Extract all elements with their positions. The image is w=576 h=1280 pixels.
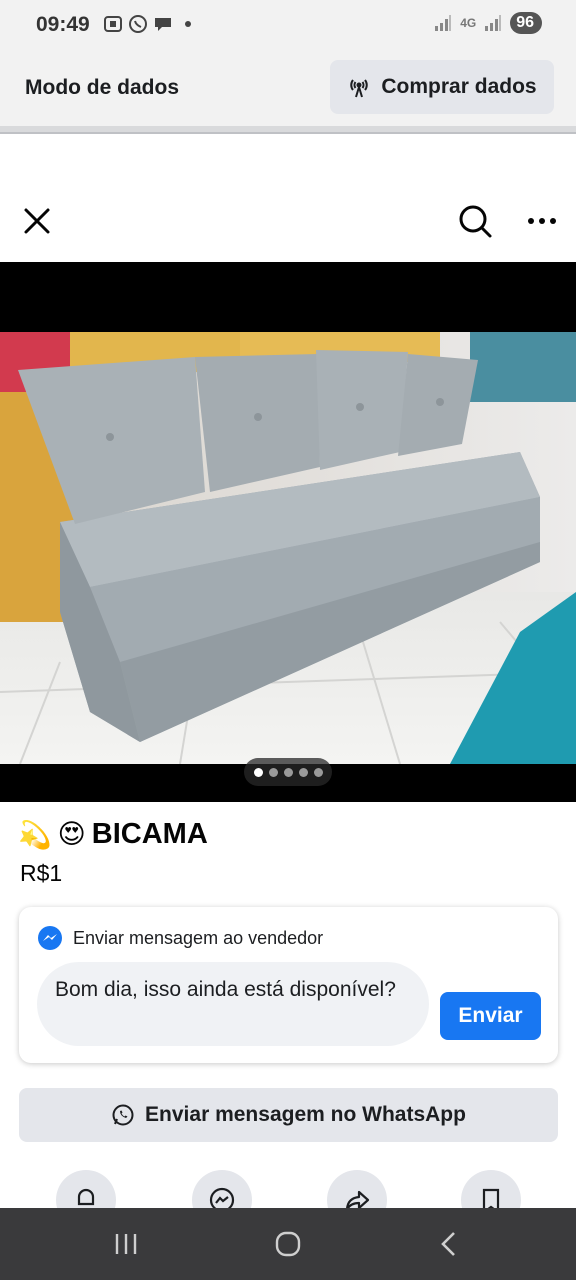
status-bar: 09:49 4G 96 <box>0 0 576 52</box>
heart-eyes-emoji: 😍 <box>57 819 86 849</box>
pagination-dot <box>283 767 293 777</box>
broadcast-icon <box>350 79 369 98</box>
system-nav-bar <box>0 1208 576 1280</box>
battery-indicator: 96 <box>510 12 542 34</box>
search-icon[interactable] <box>454 200 494 240</box>
pagination-dot <box>268 767 278 777</box>
dizzy-emoji: 💫 <box>18 819 52 850</box>
status-right: 4G 96 <box>434 12 542 34</box>
listing-title: 💫 😍 BICAMA <box>18 818 208 851</box>
notification-icons <box>103 14 198 34</box>
pagination-dot <box>253 767 263 777</box>
sofa-bed-image <box>0 332 576 764</box>
pagination-dot <box>313 767 323 777</box>
close-icon[interactable] <box>18 200 58 240</box>
listing-actions <box>0 1170 576 1230</box>
whatsapp-button[interactable]: Enviar mensagem no WhatsApp <box>19 1088 558 1142</box>
messenger-icon <box>38 926 62 950</box>
buy-data-button[interactable]: Comprar dados <box>330 60 554 114</box>
back-icon[interactable] <box>432 1226 468 1262</box>
message-seller-header: Enviar mensagem ao vendedor <box>37 925 323 951</box>
buy-data-label: Comprar dados <box>381 75 537 98</box>
signal-icon <box>435 15 452 31</box>
status-time: 09:49 <box>36 13 90 36</box>
data-mode-bar: Modo de dados Comprar dados <box>0 52 576 128</box>
divider <box>0 126 576 134</box>
send-button[interactable]: Enviar <box>440 992 541 1040</box>
top-nav <box>0 190 576 254</box>
signal-icon-2 <box>485 15 502 31</box>
message-seller-card: Enviar mensagem ao vendedor Bom dia, iss… <box>19 907 558 1063</box>
message-seller-label: Enviar mensagem ao vendedor <box>73 927 324 948</box>
photo-pagination <box>244 758 332 786</box>
whatsapp-status-icon <box>129 15 147 33</box>
more-icon[interactable] <box>522 200 562 240</box>
whatsapp-icon <box>112 1104 134 1126</box>
dot-icon <box>185 21 191 27</box>
recent-apps-icon[interactable] <box>108 1226 144 1262</box>
pagination-dot <box>298 767 308 777</box>
data-mode-label: Modo de dados <box>25 76 179 99</box>
screenshot-icon <box>104 16 122 32</box>
network-type: 4G <box>460 16 477 30</box>
listing-price: R$1 <box>20 860 63 886</box>
message-draft-input[interactable]: Bom dia, isso ainda está disponível? <box>37 962 429 1046</box>
listing-photo[interactable] <box>0 262 576 802</box>
chat-status-icon <box>155 18 171 31</box>
whatsapp-label: Enviar mensagem no WhatsApp <box>145 1103 466 1126</box>
home-icon[interactable] <box>270 1226 306 1262</box>
listing-title-text: BICAMA <box>91 818 208 850</box>
